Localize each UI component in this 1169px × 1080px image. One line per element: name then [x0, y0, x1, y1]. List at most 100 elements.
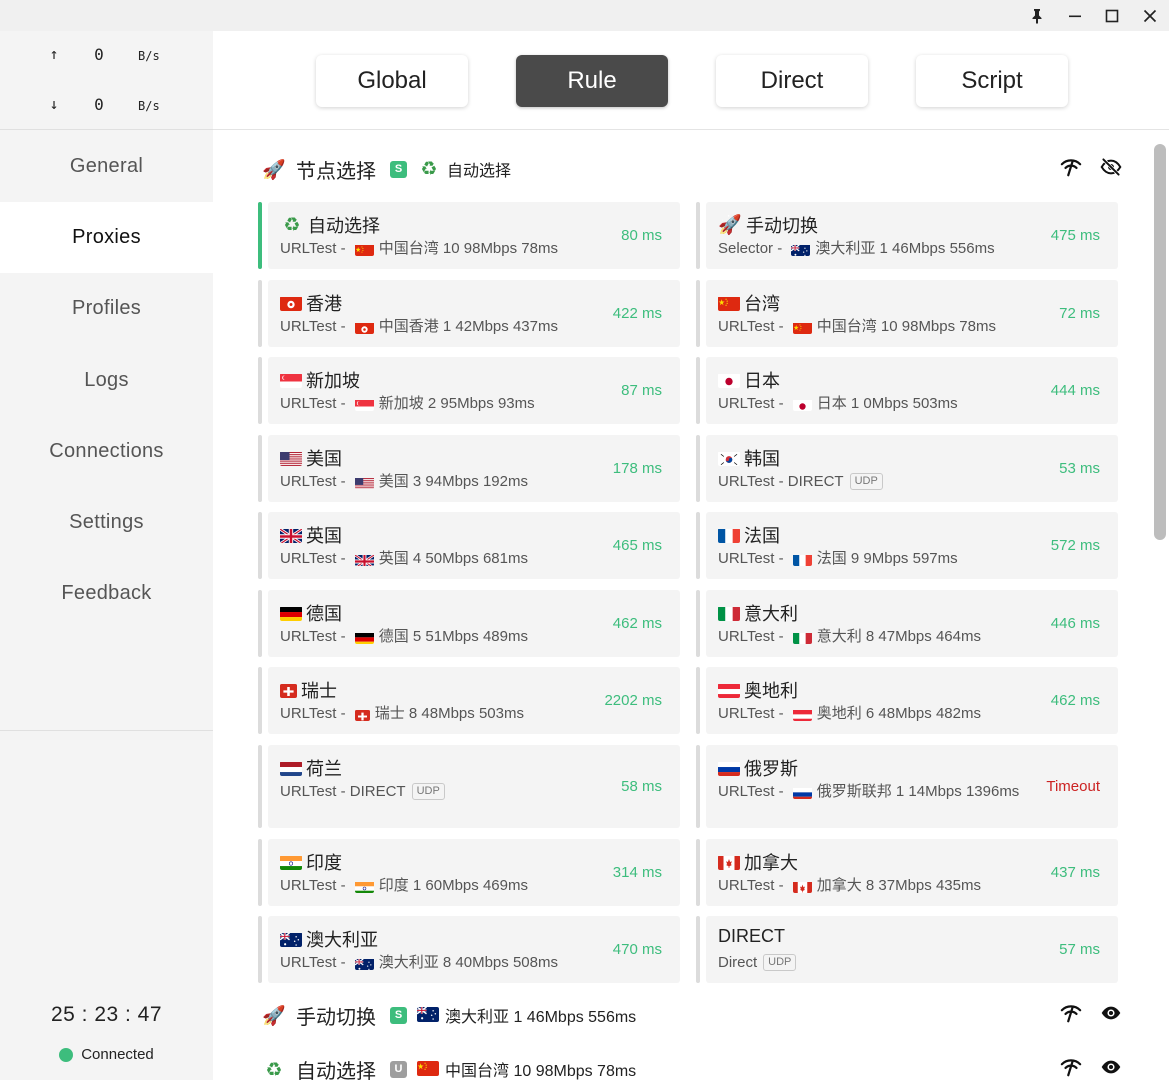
proxy-name: 加拿大	[744, 853, 798, 873]
proxy-card[interactable]: 奥地利 URLTest - 奥地利 6 48Mbps 482ms 462 ms	[696, 667, 1118, 734]
proxy-card[interactable]: 德国 URLTest - 德国 5 51Mbps 489ms 462 ms	[258, 590, 680, 657]
proxy-type: URLTest -	[718, 318, 788, 335]
proxy-latency[interactable]: 2202 ms	[604, 667, 662, 734]
udp-badge: UDP	[849, 473, 883, 490]
proxy-detail: 新加坡 2 95Mbps 93ms	[378, 395, 535, 412]
proxy-card[interactable]: 法国 URLTest - 法国 9 9Mbps 597ms 572 ms	[696, 512, 1118, 579]
proxy-name: 手动切换	[746, 216, 818, 236]
proxy-card[interactable]: 意大利 URLTest - 意大利 8 47Mbps 464ms 446 ms	[696, 590, 1118, 657]
proxy-detail: 加拿大 8 37Mbps 435ms	[816, 877, 981, 894]
proxy-detail: 俄罗斯联邦 1 14Mbps 1396ms	[816, 783, 1020, 800]
sidebar-item-profiles[interactable]: Profiles	[0, 273, 213, 344]
proxy-card[interactable]: 荷兰 URLTest - DIRECT UDP 58 ms	[258, 745, 680, 828]
sidebar-item-feedback[interactable]: Feedback	[0, 558, 213, 629]
proxy-detail: 英国 4 50Mbps 681ms	[378, 550, 528, 567]
proxy-latency[interactable]: 422 ms	[613, 280, 662, 347]
show-icon[interactable]	[1100, 1002, 1122, 1024]
proxy-card[interactable]: 🚀 手动切换 Selector - 澳大利亚 1 46Mbps 556ms 475…	[696, 202, 1118, 269]
proxy-card-indicator	[696, 590, 700, 657]
proxy-detail: 德国 5 51Mbps 489ms	[378, 628, 528, 645]
proxy-group-header[interactable]: 🚀 节点选择 S ♻ 自动选择	[262, 152, 1122, 186]
proxy-card-indicator	[258, 202, 262, 269]
sidebar-item-proxies[interactable]: Proxies	[0, 202, 213, 273]
udp-badge: UDP	[411, 783, 445, 800]
proxy-latency[interactable]: 437 ms	[1051, 839, 1100, 906]
proxy-card[interactable]: 俄罗斯 URLTest - 俄罗斯联邦 1 14Mbps 1396ms Time…	[696, 745, 1118, 828]
proxy-card[interactable]: 美国 URLTest - 美国 3 94Mbps 192ms 178 ms	[258, 435, 680, 502]
latency-test-icon[interactable]	[1060, 1056, 1082, 1078]
proxy-latency[interactable]: 444 ms	[1051, 357, 1100, 424]
proxy-latency[interactable]: 446 ms	[1051, 590, 1100, 657]
latency-test-icon[interactable]	[1060, 1002, 1082, 1024]
proxy-latency[interactable]: 314 ms	[613, 839, 662, 906]
rocket-icon: 🚀	[718, 215, 742, 236]
proxy-card[interactable]: 台湾 URLTest - 中国台湾 10 98Mbps 78ms 72 ms	[696, 280, 1118, 347]
show-icon[interactable]	[1100, 1056, 1122, 1078]
hide-icon[interactable]	[1100, 156, 1122, 178]
proxy-card[interactable]: 英国 URLTest - 英国 4 50Mbps 681ms 465 ms	[258, 512, 680, 579]
proxy-latency[interactable]: 57 ms	[1059, 916, 1100, 983]
proxy-card[interactable]: 瑞士 URLTest - 瑞士 8 48Mbps 503ms 2202 ms	[258, 667, 680, 734]
connection-status: Connected	[0, 1046, 213, 1063]
proxy-latency[interactable]: 72 ms	[1059, 280, 1100, 347]
proxy-card-indicator	[258, 357, 262, 424]
scrollbar-thumb[interactable]	[1154, 144, 1166, 540]
proxy-card-indicator	[696, 280, 700, 347]
proxy-type: URLTest -	[280, 877, 350, 894]
recycle-icon: ♻	[283, 214, 301, 236]
proxy-card[interactable]: 新加坡 URLTest - 新加坡 2 95Mbps 93ms 87 ms	[258, 357, 680, 424]
proxy-latency[interactable]: 53 ms	[1059, 435, 1100, 502]
proxy-card[interactable]: 日本 URLTest - 日本 1 0Mbps 503ms 444 ms	[696, 357, 1118, 424]
sidebar-item-connections[interactable]: Connections	[0, 416, 213, 487]
maximize-icon[interactable]	[1093, 0, 1131, 31]
proxy-card[interactable]: ♻ 自动选择 URLTest - 中国台湾 10 98Mbps 78ms 80 m…	[258, 202, 680, 269]
proxy-latency[interactable]: 470 ms	[613, 916, 662, 983]
proxy-name: 日本	[744, 371, 780, 391]
sidebar-item-general[interactable]: General	[0, 131, 213, 202]
proxy-card[interactable]: 澳大利亚 URLTest - 澳大利亚 8 40Mbps 508ms 470 m…	[258, 916, 680, 983]
group-name: 自动选择	[296, 1060, 376, 1080]
proxy-latency[interactable]: 80 ms	[621, 202, 662, 269]
flag-au-icon	[417, 1007, 439, 1023]
flag-de-icon	[280, 606, 302, 621]
proxy-group-header[interactable]: ♻ 自动选择 U 中国台湾 10 98Mbps 78ms	[262, 1052, 1122, 1080]
flag-hk-icon	[280, 296, 302, 311]
minimize-icon[interactable]	[1056, 0, 1094, 31]
proxy-name: 美国	[306, 449, 342, 469]
proxy-type: URLTest -	[280, 550, 350, 567]
proxy-latency[interactable]: 465 ms	[613, 512, 662, 579]
group-current-proxy: ♻ 自动选择	[417, 157, 511, 181]
proxy-card[interactable]: DIRECT Direct UDP 57 ms	[696, 916, 1118, 983]
proxy-group-header[interactable]: 🚀 手动切换 S 澳大利亚 1 46Mbps 556ms	[262, 998, 1122, 1032]
proxy-latency[interactable]: 87 ms	[621, 357, 662, 424]
mode-direct-button[interactable]: Direct	[716, 55, 868, 107]
proxy-card[interactable]: 加拿大 URLTest - 加拿大 8 37Mbps 435ms 437 ms	[696, 839, 1118, 906]
status-dot-icon	[59, 1047, 74, 1062]
proxy-latency[interactable]: 58 ms	[621, 745, 662, 828]
proxy-type: URLTest -	[718, 705, 788, 722]
mode-rule-button[interactable]: Rule	[516, 55, 668, 107]
proxy-latency[interactable]: 462 ms	[613, 590, 662, 657]
sidebar-item-logs[interactable]: Logs	[0, 345, 213, 416]
proxy-latency[interactable]: 462 ms	[1051, 667, 1100, 734]
proxy-card[interactable]: 印度 URLTest - 印度 1 60Mbps 469ms 314 ms	[258, 839, 680, 906]
proxy-card[interactable]: 香港 URLTest - 中国香港 1 42Mbps 437ms 422 ms	[258, 280, 680, 347]
sidebar-item-settings[interactable]: Settings	[0, 487, 213, 558]
mode-global-button[interactable]: Global	[316, 55, 468, 107]
proxy-card-indicator	[696, 667, 700, 734]
proxy-type: URLTest -	[280, 240, 350, 257]
proxy-card[interactable]: 韩国 URLTest - DIRECT UDP 53 ms	[696, 435, 1118, 502]
proxy-latency[interactable]: Timeout	[1046, 745, 1100, 828]
pin-icon[interactable]	[1018, 0, 1056, 31]
proxy-type: URLTest -	[718, 395, 788, 412]
group-current-proxy: 中国台湾 10 98Mbps 78ms	[417, 1057, 636, 1080]
proxy-latency[interactable]: 572 ms	[1051, 512, 1100, 579]
latency-test-icon[interactable]	[1060, 156, 1082, 178]
proxy-latency[interactable]: 475 ms	[1051, 202, 1100, 269]
close-icon[interactable]	[1131, 0, 1169, 31]
proxy-name: 荷兰	[306, 759, 342, 779]
proxy-name: 俄罗斯	[744, 759, 798, 779]
proxy-latency[interactable]: 178 ms	[613, 435, 662, 502]
mode-script-button[interactable]: Script	[916, 55, 1068, 107]
proxy-card-indicator	[696, 916, 700, 983]
